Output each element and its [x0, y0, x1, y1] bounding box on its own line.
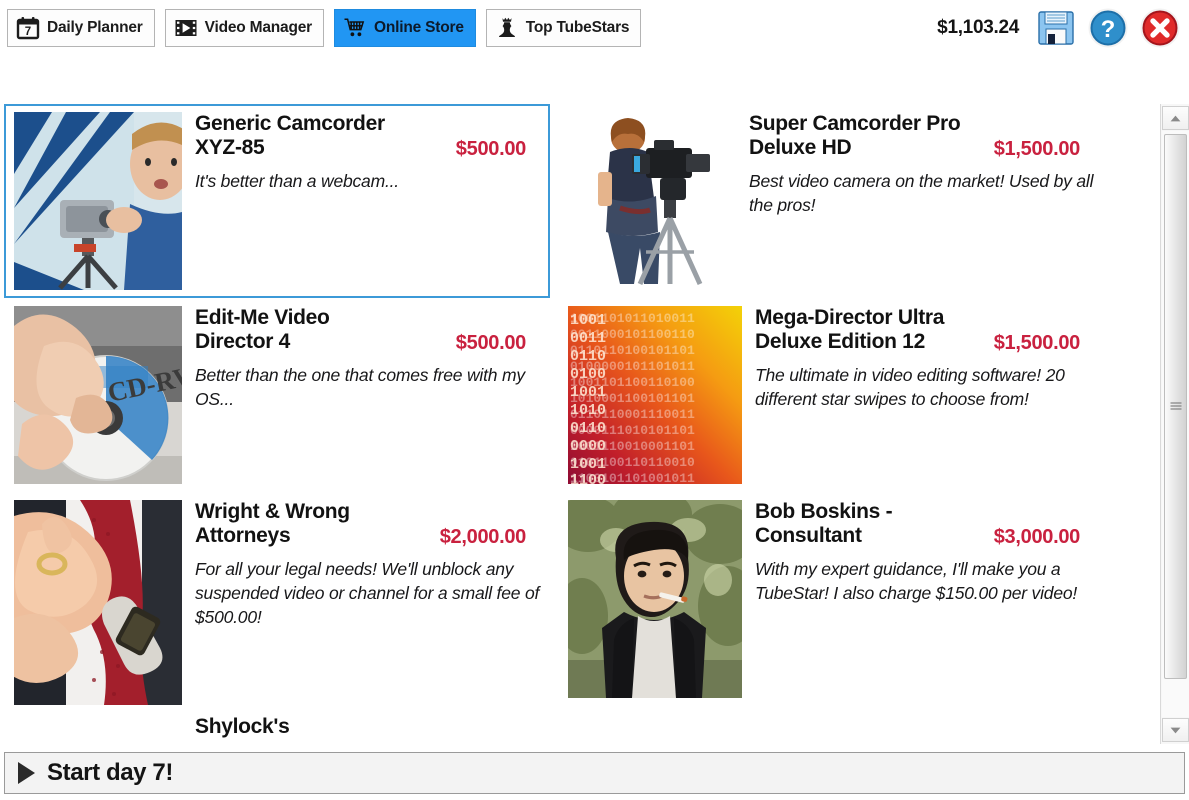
question-mark-icon: ? — [1088, 8, 1128, 48]
tab-label: Daily Planner — [47, 19, 143, 36]
svg-text:1001: 1001 — [570, 456, 606, 473]
tab-label: Online Store — [373, 19, 464, 36]
tab-video-manager[interactable]: Video Manager — [164, 9, 324, 47]
product-thumbnail — [568, 112, 736, 290]
product-thumbnail: 1001101011010011 0011000101100110 011011… — [568, 306, 742, 484]
store-row-partial: Shylock's — [0, 713, 1160, 744]
product-info: Bob Boskins - Consultant $3,000.00 With … — [742, 500, 1098, 705]
product-price: $500.00 — [455, 332, 527, 354]
product-info: Super Camcorder Pro Deluxe HD $1,500.00 … — [736, 112, 1098, 290]
product-info: Mega-Director Ultra Deluxe Edition 12 $1… — [742, 306, 1098, 484]
play-triangle-icon — [18, 762, 35, 784]
store-item-list: Generic Camcorder XYZ-85 $500.00 It's be… — [0, 104, 1160, 744]
product-title: Bob Boskins - Consultant — [755, 500, 893, 547]
store-item-generic-camcorder[interactable]: Generic Camcorder XYZ-85 $500.00 It's be… — [4, 104, 550, 298]
product-description: With my expert guidance, I'll make you a… — [755, 559, 1078, 604]
calendar-icon: 7 — [16, 16, 40, 40]
product-thumbnail — [14, 500, 182, 705]
top-toolbar: 7 Daily Planner Video Manager Online Sto… — [0, 0, 1189, 56]
svg-text:7: 7 — [25, 26, 31, 38]
product-price: $2,000.00 — [439, 526, 527, 548]
help-button[interactable]: ? — [1087, 7, 1129, 49]
scrollbar-track[interactable] — [1162, 131, 1189, 717]
product-info: Edit-Me Video Director 4 $500.00 Better … — [182, 306, 544, 484]
scroll-up-button[interactable] — [1162, 106, 1189, 130]
tab-daily-planner[interactable]: 7 Daily Planner — [7, 9, 155, 47]
toolbar-right-group: $1,103.24 ? — [937, 0, 1181, 56]
product-price: $500.00 — [455, 138, 527, 160]
store-item-shylocks[interactable]: Shylock's — [4, 713, 550, 744]
scrollbar-thumb[interactable] — [1164, 134, 1187, 679]
tab-label: Video Manager — [204, 19, 313, 36]
start-day-button[interactable]: Start day 7! — [4, 752, 1185, 794]
product-title: Mega-Director Ultra Deluxe Edition 12 — [755, 306, 945, 353]
product-title-row: Shylock's — [195, 715, 544, 739]
tab-online-store[interactable]: Online Store — [333, 9, 476, 47]
store-row: Generic Camcorder XYZ-85 $500.00 It's be… — [0, 104, 1160, 298]
chevron-down-icon — [1170, 727, 1181, 733]
store-item-edit-me-video[interactable]: CD-RW Edit-Me Video Director 4 $500.00 B… — [4, 298, 550, 492]
svg-text:0011: 0011 — [570, 330, 606, 347]
product-title: Edit-Me Video Director 4 — [195, 306, 330, 353]
grip-lines-icon — [1170, 402, 1181, 411]
store-item-mega-director[interactable]: 1001101011010011 0011000101100110 011011… — [558, 298, 1104, 492]
store-item-wright-wrong-attorneys[interactable]: Wright & Wrong Attorneys $2,000.00 For a… — [4, 492, 550, 713]
vertical-scrollbar[interactable] — [1160, 104, 1189, 744]
product-thumbnail — [568, 500, 742, 698]
product-thumbnail: CD-RW — [14, 306, 182, 484]
product-thumbnail — [14, 112, 182, 290]
product-title-row: Mega-Director Ultra Deluxe Edition 12 $1… — [755, 306, 1098, 355]
svg-text:0000: 0000 — [570, 438, 606, 455]
save-button[interactable] — [1035, 7, 1077, 49]
film-strip-icon — [174, 16, 198, 40]
svg-text:1100: 1100 — [570, 472, 606, 484]
chevron-up-icon — [1170, 115, 1181, 121]
product-title: Generic Camcorder XYZ-85 — [195, 112, 385, 159]
svg-text:1001: 1001 — [570, 312, 606, 329]
product-title-row: Bob Boskins - Consultant $3,000.00 — [755, 500, 1098, 549]
product-title-row: Wright & Wrong Attorneys $2,000.00 — [195, 500, 544, 549]
svg-text:?: ? — [1101, 16, 1116, 43]
tab-top-tubestars[interactable]: Top TubeStars — [485, 9, 642, 47]
shopping-cart-icon — [343, 16, 367, 40]
svg-text:1001: 1001 — [570, 384, 606, 401]
product-title: Wright & Wrong Attorneys — [195, 500, 350, 547]
product-description: Best video camera on the market! Used by… — [749, 171, 1094, 216]
product-title: Super Camcorder Pro Deluxe HD — [749, 112, 961, 159]
product-price: $3,000.00 — [993, 526, 1081, 548]
store-row: CD-RW Edit-Me Video Director 4 $500.00 B… — [0, 298, 1160, 492]
product-description: The ultimate in video editing software! … — [755, 365, 1065, 410]
product-description: It's better than a webcam... — [195, 171, 399, 191]
tab-label: Top TubeStars — [525, 19, 630, 36]
chess-queen-icon — [495, 16, 519, 40]
floppy-disk-icon — [1038, 11, 1074, 45]
product-description: Better than the one that comes free with… — [195, 365, 525, 410]
svg-text:0110: 0110 — [570, 420, 606, 437]
product-info: Generic Camcorder XYZ-85 $500.00 It's be… — [182, 112, 544, 290]
product-description: For all your legal needs! We'll unblock … — [195, 559, 540, 628]
close-button[interactable] — [1139, 7, 1181, 49]
scroll-down-button[interactable] — [1162, 718, 1189, 742]
svg-text:0100: 0100 — [570, 366, 606, 383]
product-price: $1,500.00 — [993, 332, 1081, 354]
close-x-icon — [1140, 8, 1180, 48]
product-info: Wright & Wrong Attorneys $2,000.00 For a… — [182, 500, 544, 705]
product-title-row: Generic Camcorder XYZ-85 $500.00 — [195, 112, 544, 161]
svg-text:1010: 1010 — [570, 402, 606, 419]
money-display: $1,103.24 — [937, 17, 1019, 38]
store-row: Wright & Wrong Attorneys $2,000.00 For a… — [0, 492, 1160, 713]
product-title: Shylock's — [195, 715, 290, 738]
product-title-row: Super Camcorder Pro Deluxe HD $1,500.00 — [749, 112, 1098, 161]
store-item-super-camcorder[interactable]: Super Camcorder Pro Deluxe HD $1,500.00 … — [558, 104, 1104, 298]
store-item-bob-boskins-consultant[interactable]: Bob Boskins - Consultant $3,000.00 With … — [558, 492, 1104, 713]
start-day-label: Start day 7! — [47, 759, 173, 786]
product-title-row: Edit-Me Video Director 4 $500.00 — [195, 306, 544, 355]
svg-text:0110: 0110 — [570, 348, 606, 365]
product-thumbnail — [14, 715, 182, 744]
toolbar-tab-group: 7 Daily Planner Video Manager Online Sto… — [0, 9, 642, 47]
product-price: $1,500.00 — [993, 138, 1081, 160]
product-info: Shylock's — [182, 715, 544, 744]
